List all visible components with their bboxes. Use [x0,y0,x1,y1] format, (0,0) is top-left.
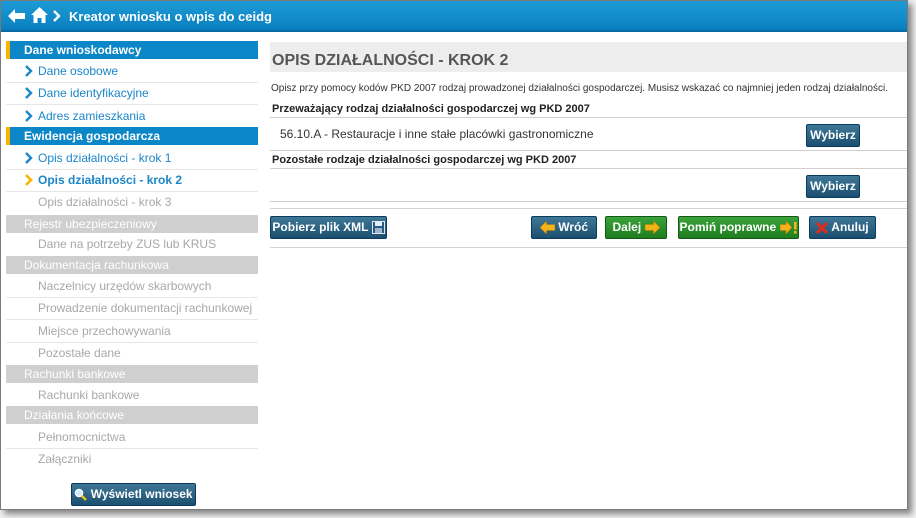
cancel-button[interactable]: Anuluj [809,216,876,239]
next-label: Dalej [612,220,642,234]
skip-valid-label: Pomiń poprawne [679,220,777,234]
download-xml-button[interactable]: Pobierz plik XML [270,216,387,239]
sidebar-item-rachunki: Rachunki bankowe [6,384,258,406]
divider [270,247,907,248]
home-icon[interactable] [31,7,48,23]
chevron-right-icon [25,65,33,77]
page-description: Opisz przy pomocy kodów PKD 2007 rodzaj … [271,83,888,94]
sidebar-item-adres-zamieszkania[interactable]: Adres zamieszkania [6,105,258,127]
sidebar-item-zalaczniki: Załączniki [6,448,258,470]
sidebar-item-label: Dane osobowe [38,64,119,78]
other-activities-header: Pozostałe rodzaje działalności gospodarc… [270,152,907,169]
primary-activity-header: Przeważający rodzaj działalności gospoda… [270,101,907,118]
sidebar-item-label: Opis działalności - krok 2 [38,173,183,187]
chevron-right-icon [25,87,33,99]
sidebar-item-dane-zus-krus: Dane na potrzeby ZUS lub KRUS [6,233,258,255]
sidebar-item-prowadzenie: Prowadzenie dokumentacji rachunkowej [6,297,258,319]
sidebar-section-dzialania-koncowe: Działania końcowe [6,406,258,424]
sidebar-item-naczelnicy: Naczelnicy urzędów skarbowych [6,275,258,297]
arrow-right-icon [644,220,660,236]
chevron-right-icon [25,110,33,122]
cancel-label: Anuluj [831,220,869,234]
sidebar-section-dane-wnioskodawcy[interactable]: Dane wnioskodawcy [6,41,258,59]
other-activities-row: Wybierz [270,170,907,202]
sidebar-item-label: Dane na potrzeby ZUS lub KRUS [38,237,217,251]
sidebar-item-label: Naczelnicy urzędów skarbowych [38,279,212,293]
skip-arrow-warning-icon [779,220,797,236]
next-button[interactable]: Dalej [605,216,667,239]
skip-valid-button[interactable]: Pomiń poprawne [678,216,799,239]
view-application-label: Wyświetl wniosek [90,487,193,501]
sidebar-item-opis-krok-1[interactable]: Opis działalności - krok 1 [6,147,258,169]
back-arrow-icon[interactable] [8,9,25,23]
arrow-left-icon [539,220,556,236]
sidebar-item-miejsce: Miejsce przechowywania [6,320,258,342]
floppy-disk-icon [371,221,385,235]
sidebar-item-opis-krok-3: Opis działalności - krok 3 [6,191,258,213]
sidebar-item-pelnomocnictwa: Pełnomocnictwa [6,426,258,448]
chevron-right-icon [25,174,33,186]
sidebar: Dane wnioskodawcy Dane osobowe Dane iden… [1,32,259,509]
download-xml-label: Pobierz plik XML [272,220,369,234]
app-window: Kreator wniosku o wpis do ceidg Dane wni… [0,0,908,510]
sidebar-section-rachunki-bankowe: Rachunki bankowe [6,365,258,383]
sidebar-item-label: Dane identyfikacyjne [38,86,149,100]
top-bar: Kreator wniosku o wpis do ceidg [1,1,907,32]
sidebar-item-label: Załączniki [38,452,92,466]
sidebar-item-opis-krok-2[interactable]: Opis działalności - krok 2 [6,169,258,191]
sidebar-item-label: Rachunki bankowe [38,388,140,402]
sidebar-item-dane-identyfikacyjne[interactable]: Dane identyfikacyjne [6,82,258,104]
sidebar-item-label: Pełnomocnictwa [38,430,126,444]
back-label: Wróć [558,220,589,234]
sidebar-section-rejestr-ubezpieczeniowy: Rejestr ubezpieczeniowy [6,215,258,233]
sidebar-item-label: Adres zamieszkania [38,109,146,123]
primary-activity-value: 56.10.A - Restauracje i inne stałe placó… [280,127,594,141]
chevron-right-icon [25,152,33,164]
view-application-button[interactable]: Wyświetl wniosek [71,483,196,506]
sidebar-item-label: Prowadzenie dokumentacji rachunkowej [38,301,253,315]
sidebar-item-pozostale: Pozostałe dane [6,342,258,364]
sidebar-item-label: Pozostałe dane [38,346,121,360]
magnifier-icon [75,489,88,502]
back-button[interactable]: Wróć [531,216,597,239]
sidebar-item-dane-osobowe[interactable]: Dane osobowe [6,60,258,82]
sidebar-item-label: Miejsce przechowywania [38,324,171,338]
choose-primary-button[interactable]: Wybierz [806,124,860,147]
sidebar-item-label: Opis działalności - krok 3 [38,195,172,209]
primary-activity-row: 56.10.A - Restauracje i inne stałe placó… [270,119,907,151]
close-x-icon [816,221,829,234]
divider [270,208,907,209]
sidebar-section-ewidencja-gospodarcza[interactable]: Ewidencja gospodarcza [6,127,258,145]
sidebar-item-label: Opis działalności - krok 1 [38,151,172,165]
sidebar-section-dokumentacja-rachunkowa: Dokumentacja rachunkowa [6,256,258,274]
chevron-right-icon [53,10,61,22]
page-title: OPIS DZIAŁALNOŚCI - KROK 2 [270,42,907,72]
choose-other-button[interactable]: Wybierz [806,175,860,198]
app-title: Kreator wniosku o wpis do ceidg [69,9,272,24]
